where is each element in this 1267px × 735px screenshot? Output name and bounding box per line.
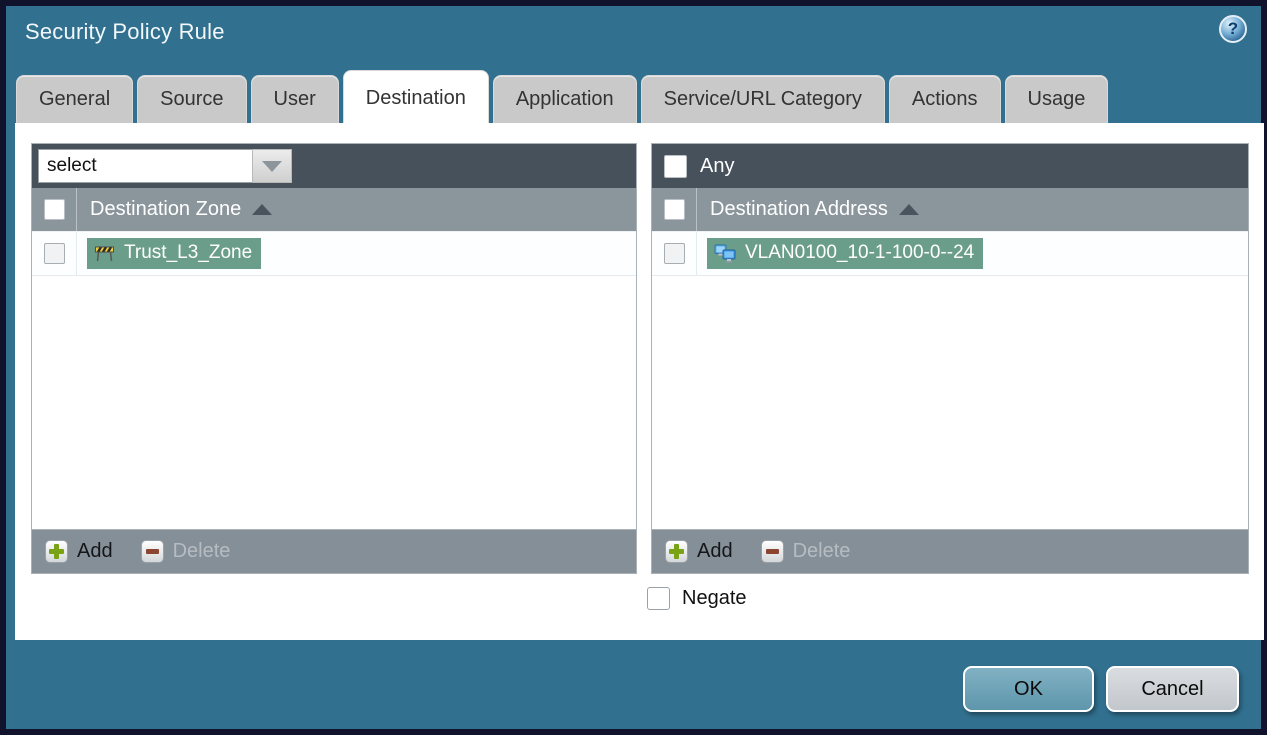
delete-icon xyxy=(760,540,784,563)
address-row-checkbox-cell xyxy=(652,232,697,275)
zone-select-combobox xyxy=(38,149,292,183)
security-policy-rule-dialog: Security Policy Rule ? General Source Us… xyxy=(0,0,1267,735)
zone-icon xyxy=(95,246,114,262)
zone-add-label: Add xyxy=(77,540,113,562)
address-select-all-checkbox[interactable] xyxy=(663,199,685,220)
sort-ascending-icon[interactable] xyxy=(252,204,273,215)
zone-select-all-checkbox[interactable] xyxy=(43,199,65,220)
chevron-down-icon xyxy=(262,160,282,172)
zone-column-header: Destination Zone xyxy=(90,198,242,220)
zone-footer: Add Delete xyxy=(32,529,636,573)
tab-destination[interactable]: Destination xyxy=(342,70,489,123)
address-row-checkbox[interactable] xyxy=(663,243,685,264)
help-icon[interactable]: ? xyxy=(1219,15,1247,43)
address-selected-chip[interactable]: VLAN0100_10-1-100-0--24 xyxy=(707,238,984,269)
destination-tab-content: Destination Zone Trust_ xyxy=(15,123,1264,640)
address-add-label: Add xyxy=(697,540,733,562)
tab-user[interactable]: User xyxy=(250,75,339,123)
network-address-icon xyxy=(714,244,736,263)
tab-bar: General Source User Destination Applicat… xyxy=(16,70,1109,123)
any-label: Any xyxy=(700,154,735,177)
delete-icon xyxy=(140,540,164,563)
negate-checkbox[interactable] xyxy=(647,587,670,610)
zone-row-checkbox-cell xyxy=(32,232,77,275)
table-row[interactable]: Trust_L3_Zone xyxy=(32,232,636,276)
zone-row-checkbox[interactable] xyxy=(43,243,65,264)
tab-actions[interactable]: Actions xyxy=(888,75,1001,123)
address-toolbar: Any xyxy=(652,144,1248,188)
negate-option: Negate xyxy=(647,587,747,610)
address-row-label: VLAN0100_10-1-100-0--24 xyxy=(745,242,975,263)
add-icon xyxy=(45,540,68,563)
zone-header-checkbox-cell xyxy=(32,188,77,231)
zone-delete-button[interactable]: Delete xyxy=(140,540,231,563)
zone-select-dropdown-button[interactable] xyxy=(252,149,292,183)
destination-address-panel: Any Destination Address VLAN0100_10-1-10… xyxy=(651,143,1249,574)
tab-service-url-category[interactable]: Service/URL Category xyxy=(640,75,885,123)
tab-application[interactable]: Application xyxy=(492,75,637,123)
tab-usage[interactable]: Usage xyxy=(1004,75,1109,123)
ok-button[interactable]: OK xyxy=(963,666,1094,712)
tab-source[interactable]: Source xyxy=(137,75,247,123)
destination-zone-panel: Destination Zone Trust_ xyxy=(31,143,637,574)
cancel-button[interactable]: Cancel xyxy=(1106,666,1239,712)
sort-ascending-icon[interactable] xyxy=(898,204,919,215)
any-checkbox[interactable] xyxy=(664,154,687,178)
any-option: Any xyxy=(658,154,735,178)
address-delete-button[interactable]: Delete xyxy=(760,540,851,563)
address-delete-label: Delete xyxy=(792,540,851,562)
zone-list: Trust_L3_Zone xyxy=(32,232,636,529)
address-list: VLAN0100_10-1-100-0--24 xyxy=(652,232,1248,529)
address-table-header: Destination Address xyxy=(652,188,1248,232)
dialog-title: Security Policy Rule xyxy=(25,19,225,44)
zone-delete-label: Delete xyxy=(172,540,231,562)
zone-toolbar xyxy=(32,144,636,188)
zone-selected-chip[interactable]: Trust_L3_Zone xyxy=(87,238,262,269)
zone-table-header: Destination Zone xyxy=(32,188,636,232)
address-footer: Add Delete xyxy=(652,529,1248,573)
address-header-checkbox-cell xyxy=(652,188,697,231)
table-row[interactable]: VLAN0100_10-1-100-0--24 xyxy=(652,232,1248,276)
add-icon xyxy=(665,540,688,563)
zone-add-button[interactable]: Add xyxy=(45,540,113,563)
zone-row-label: Trust_L3_Zone xyxy=(124,242,253,263)
negate-label: Negate xyxy=(682,587,747,609)
address-add-button[interactable]: Add xyxy=(665,540,733,563)
zone-select-input[interactable] xyxy=(38,149,252,183)
address-column-header: Destination Address xyxy=(710,198,888,220)
tab-general[interactable]: General xyxy=(16,75,134,123)
